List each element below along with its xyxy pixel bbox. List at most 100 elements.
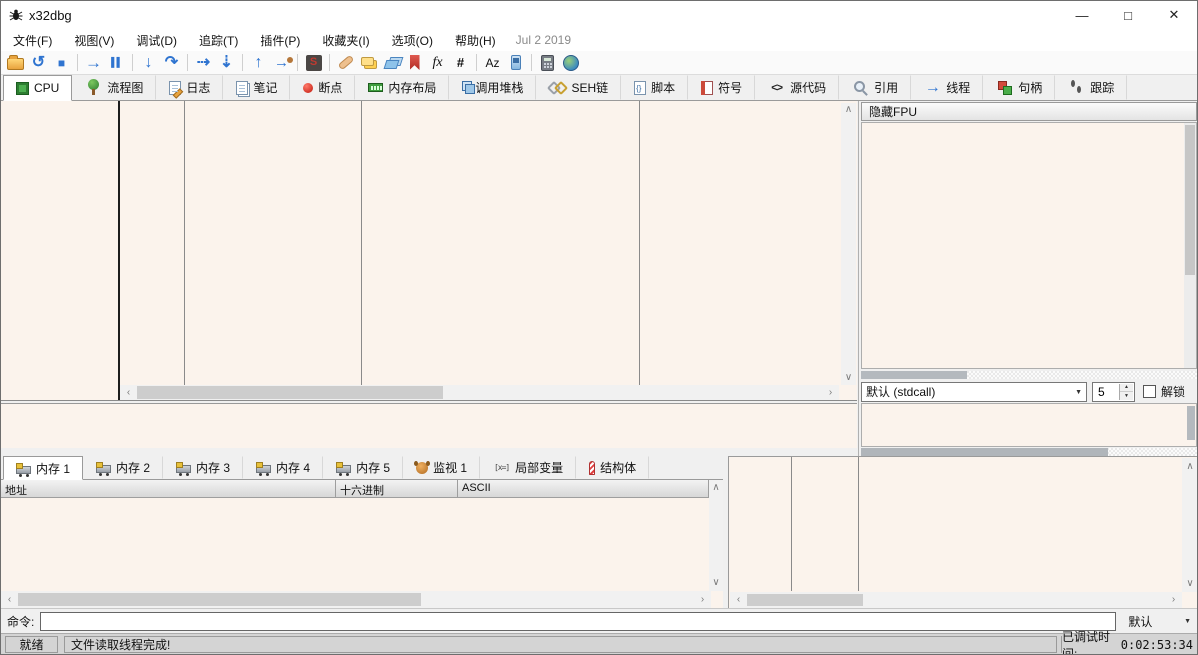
spin-up-icon[interactable]: ▲ [1120,384,1133,393]
spin-down-icon[interactable]: ▼ [1120,392,1133,400]
stop-button[interactable]: ■ [50,52,73,74]
tab-references[interactable]: 引用 [839,75,911,100]
registers-vertical-scrollbar[interactable] [1184,123,1196,368]
menu-file[interactable]: 文件(F) [3,29,62,52]
tab-dump-4[interactable]: 内存 4 [243,456,323,479]
trace-into-button[interactable]: ⇢ [192,52,215,74]
patches-button[interactable] [334,52,357,74]
functions-button[interactable]: fx [426,52,449,74]
tab-handles[interactable]: 句柄 [983,75,1055,100]
run-button[interactable]: → [82,52,105,74]
dump-vertical-scrollbar[interactable]: ∧ ∨ [709,480,723,591]
disassembly-vertical-scrollbar[interactable]: ∧ ∨ [841,103,856,385]
disassembly-horizontal-scrollbar[interactable]: ‹ › [120,385,839,400]
tab-dump-2[interactable]: 内存 2 [83,456,163,479]
tab-breakpoints[interactable]: 断点 [290,75,355,100]
scroll-right-icon[interactable]: › [824,385,837,400]
argument-count-spinner[interactable]: 5 ▲ ▼ [1092,382,1135,402]
seatbelt-button[interactable]: S [302,52,325,74]
dump-col-hex[interactable]: 十六进制 [336,480,458,497]
tab-log[interactable]: 日志 [156,75,223,100]
scrollbar-thumb[interactable] [861,448,1108,456]
tab-locals[interactable]: [x=] 局部变量 [480,456,576,479]
hide-fpu-button[interactable]: 隐藏FPU [861,102,1197,121]
stack-vertical-scrollbar[interactable]: ∧ ∨ [1182,458,1198,592]
menu-debug[interactable]: 调试(D) [126,29,187,52]
tab-symbols[interactable]: 符号 [688,75,755,100]
scroll-down-icon[interactable]: ∨ [1182,577,1198,590]
menu-trace[interactable]: 追踪(T) [189,29,248,52]
tab-watch-1[interactable]: 监视 1 [403,456,480,479]
tab-struct[interactable]: 结构体 [576,456,649,479]
attach-button[interactable] [504,52,527,74]
internet-button[interactable] [559,52,582,74]
close-button[interactable]: ✕ [1151,1,1197,29]
tab-cpu[interactable]: CPU [3,75,72,101]
command-profile-select[interactable]: 默认 ▼ [1122,611,1198,631]
tab-trace[interactable]: 跟踪 [1055,75,1127,100]
font-settings-button[interactable]: Az [481,52,504,74]
scroll-right-icon[interactable]: › [696,591,709,608]
tab-script[interactable]: 脚本 [621,75,688,100]
tab-call-stack[interactable]: 调用堆栈 [449,75,536,100]
tab-dump-3[interactable]: 内存 3 [163,456,243,479]
dump-col-ascii[interactable]: ASCII [458,480,704,497]
scroll-left-icon[interactable]: ‹ [732,592,745,608]
arguments-view[interactable] [861,403,1197,447]
stack-horizontal-scrollbar[interactable]: ‹ › [730,592,1182,608]
menu-view[interactable]: 视图(V) [64,29,124,52]
pause-button[interactable]: ▌▌ [105,52,128,74]
calculator-button[interactable] [536,52,559,74]
scroll-left-icon[interactable]: ‹ [3,591,16,608]
step-into-button[interactable]: ↓ [137,52,160,74]
calling-convention-select[interactable]: 默认 (stdcall) ▼ [861,382,1087,402]
tab-threads[interactable]: → 线程 [911,75,983,100]
tab-dump-1[interactable]: 内存 1 [3,456,83,480]
run-to-user-code-button[interactable]: → [270,52,293,74]
registers-horizontal-scrollbar[interactable] [861,371,1197,379]
scrollbar-thumb[interactable] [747,594,863,606]
command-input[interactable] [40,612,1116,631]
registers-view[interactable] [861,122,1197,369]
dump-pane[interactable]: 地址十六进制ASCII ∧ ∨ ‹ › [1,480,723,608]
tab-graph[interactable]: 流程图 [72,75,156,100]
scrollbar-thumb[interactable] [861,371,967,379]
stack-pane[interactable]: ∧ ∨ ‹ › [728,456,1198,608]
scroll-up-icon[interactable]: ∧ [1182,460,1198,473]
tab-memory-map[interactable]: 内存布局 [355,75,449,100]
menu-favourites[interactable]: 收藏夹(I) [312,29,379,52]
bookmarks-button[interactable] [403,52,426,74]
unlock-checkbox[interactable] [1143,385,1156,398]
comments-button[interactable] [357,52,380,74]
execute-till-return-button[interactable]: ↑ [247,52,270,74]
menu-options[interactable]: 选项(O) [382,29,443,52]
maximize-button[interactable]: □ [1105,1,1151,29]
tab-source[interactable]: <> 源代码 [755,75,839,100]
tab-notes[interactable]: 笔记 [223,75,290,100]
dump-col-address[interactable]: 地址 [1,480,336,497]
open-file-button[interactable] [4,52,27,74]
tab-seh[interactable]: SEH链 [536,75,621,100]
step-over-button[interactable]: ↷ [160,52,183,74]
scrollbar-thumb[interactable] [1187,406,1195,440]
scrollbar-thumb[interactable] [1185,125,1195,275]
menu-plugins[interactable]: 插件(P) [250,29,310,52]
minimize-button[interactable]: — [1059,1,1105,29]
scroll-down-icon[interactable]: ∨ [709,577,723,589]
scroll-down-icon[interactable]: ∨ [841,371,856,385]
hash-button[interactable]: # [449,52,472,74]
disassembly-pane[interactable]: ∧ ∨ ‹ › [1,101,857,401]
scroll-left-icon[interactable]: ‹ [122,385,135,400]
menu-help[interactable]: 帮助(H) [445,29,506,52]
scroll-right-icon[interactable]: › [1167,592,1180,608]
arguments-horizontal-scrollbar[interactable] [861,448,1197,456]
scroll-up-icon[interactable]: ∧ [841,103,856,117]
scrollbar-thumb[interactable] [18,593,421,606]
scrollbar-thumb[interactable] [137,386,443,399]
trace-over-button[interactable]: ⇣ [215,52,238,74]
restart-button[interactable]: ↺ [27,52,50,74]
tab-dump-5[interactable]: 内存 5 [323,456,403,479]
labels-button[interactable] [380,52,403,74]
dump-horizontal-scrollbar[interactable]: ‹ › [1,591,711,608]
scroll-up-icon[interactable]: ∧ [709,482,723,494]
